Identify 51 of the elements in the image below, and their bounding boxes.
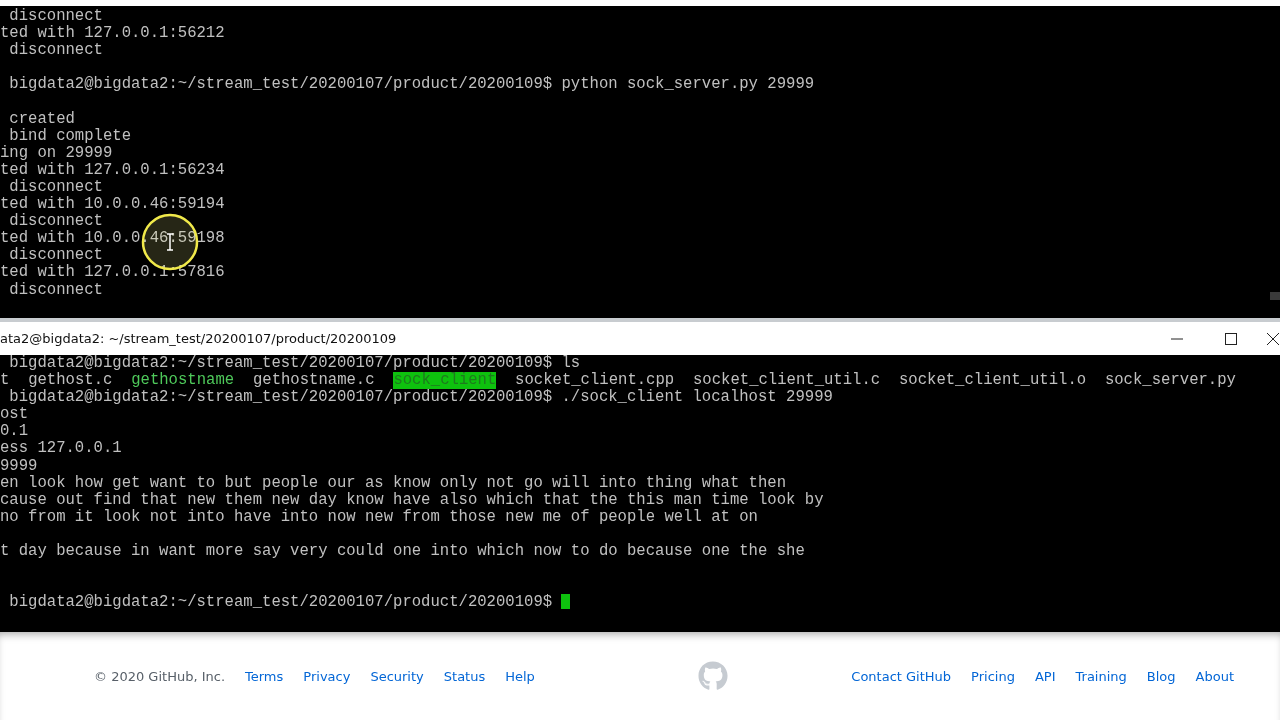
terminal-line: bigdata2@bigdata2:~/stream_test/20200107/product/20200109$ ./sock_client localhost 29999 <box>8 389 833 407</box>
terminal-line: disconnect <box>8 178 103 196</box>
file-name: gethostname.c <box>252 372 375 390</box>
terminal-line: en look how get want to but people our as know only not go will into thing what then <box>0 474 787 492</box>
copyright-text: © 2020 GitHub, Inc. <box>94 668 225 684</box>
terminal-line: disconnect <box>8 281 103 299</box>
terminal-line: no from it look not into have into now new from those new me of people well at on <box>0 508 758 526</box>
terminal-line: ted with 127.0.0.1:56234 <box>0 161 225 179</box>
file-name: t <box>0 372 10 390</box>
file-name: sock_client <box>393 372 497 390</box>
terminal-line: t day because in want more say very could one into which now to do because one the she <box>0 543 805 561</box>
terminal-line: created <box>8 110 75 128</box>
footer-link[interactable]: About <box>1195 668 1234 684</box>
terminal-line: ing on 29999 <box>0 144 113 162</box>
terminal-line: 9999 <box>0 457 38 475</box>
terminal-line: ted with 10.0.0.46:59194 <box>0 196 225 214</box>
close-icon <box>1266 331 1280 346</box>
window-title: ata2@bigdata2: ~/stream_test/20200107/product/20200109 <box>0 331 397 346</box>
terminal-line: ess 127.0.0.1 <box>0 440 122 458</box>
footer-link[interactable]: Security <box>370 668 424 684</box>
terminal-line: disconnect <box>8 8 103 25</box>
github-logo-icon[interactable] <box>698 661 729 691</box>
file-name: gethost.c <box>28 372 113 390</box>
footer-link[interactable]: Terms <box>245 668 284 684</box>
footer-link[interactable]: Status <box>443 668 486 684</box>
terminal-line: bigdata2@bigdata2:~/stream_test/20200107/product/20200109$ ls <box>8 355 581 372</box>
file-name: socket_client_util.c <box>693 372 881 390</box>
terminal-line: cause out find that new them new day know have also which that the this man time look by <box>0 491 824 509</box>
terminal-line: ost <box>0 406 29 424</box>
footer-link[interactable]: Blog <box>1146 668 1176 684</box>
terminal-line: disconnect <box>9 213 103 231</box>
terminal-line: disconnect <box>8 42 103 60</box>
footer-link[interactable]: Training <box>1075 668 1127 684</box>
footer-link[interactable]: Help <box>505 668 535 684</box>
terminal-prompt: bigdata2@bigdata2:~/stream_test/20200107/product/20200109$ <box>8 594 554 612</box>
terminal-line: bind complete <box>8 127 131 145</box>
file-name: socket_client_util.o <box>898 372 1087 390</box>
footer-link[interactable]: Privacy <box>303 668 351 684</box>
footer-link[interactable]: Contact GitHub <box>851 668 952 684</box>
terminal-line: ted with 127.0.0.1:57816 <box>0 264 225 282</box>
footer-link[interactable]: API <box>1034 668 1056 684</box>
terminal-line: 0.1 <box>0 423 29 441</box>
file-name: gethostname <box>131 372 235 390</box>
terminal-cursor <box>561 594 571 610</box>
file-name: sock_server.py <box>1104 372 1236 390</box>
maximize-icon <box>1225 332 1237 345</box>
footer-link[interactable]: Pricing <box>971 668 1015 684</box>
terminal-line: disconnect <box>9 247 103 265</box>
file-name: socket_client.cpp <box>515 372 675 390</box>
terminal-line: ted with 127.0.0.1:56212 <box>0 25 225 43</box>
terminal-line: bigdata2@bigdata2:~/stream_test/20200107/product/20200109$ python sock_server.py 29999 <box>8 76 815 94</box>
